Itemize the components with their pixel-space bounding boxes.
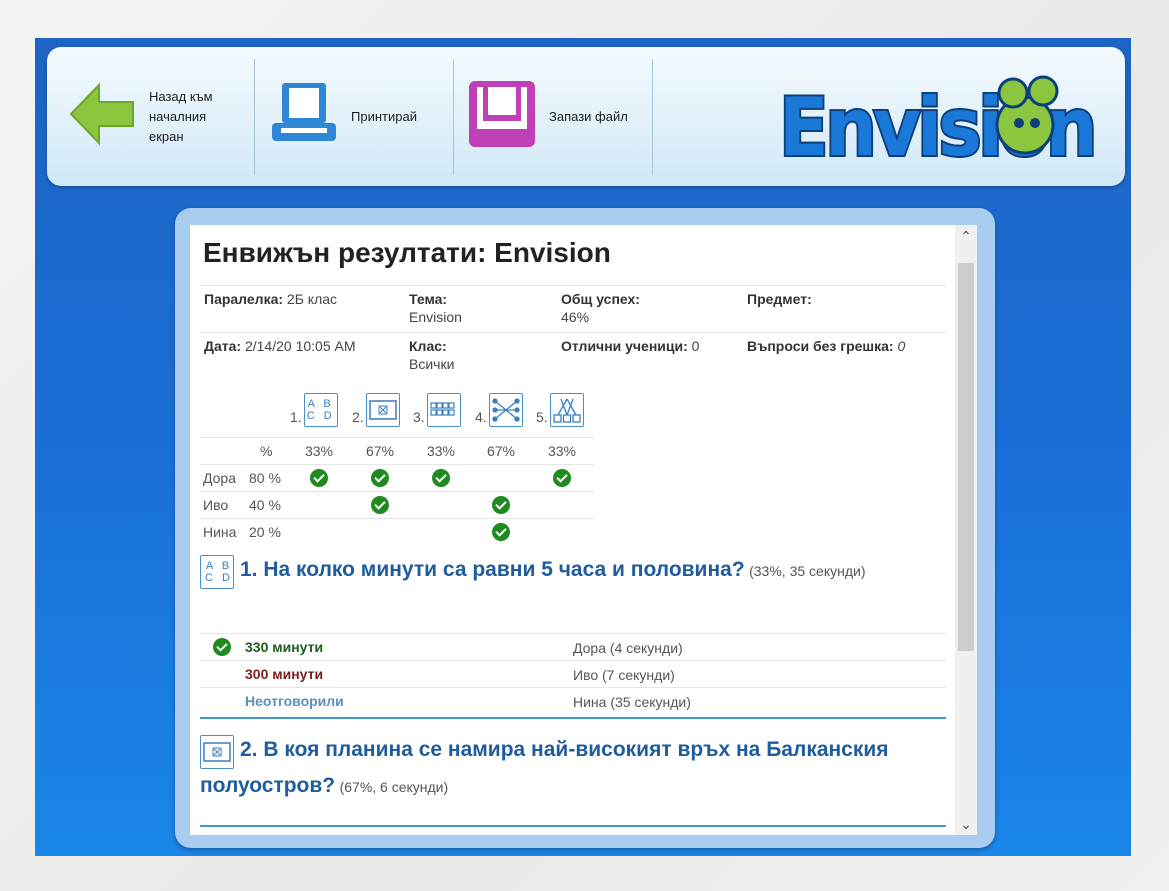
meta-row: Паралелка: 2Б клас Тема: Envision Общ усп…: [200, 285, 946, 332]
question-1-pct: 33%: [304, 443, 334, 459]
date-meta: Дата: 2/14/20 10:05 AM: [204, 338, 356, 354]
correct-check-icon: [432, 469, 450, 487]
question-2-header[interactable]: 2.: [352, 393, 400, 427]
grid-header-row: % 33% 67% 33% 67% 33%: [200, 437, 594, 464]
question-4-header[interactable]: 4.: [475, 393, 523, 427]
grade-meta: Клас: Всички: [409, 338, 455, 372]
student-name: Дора: [203, 470, 236, 486]
student-name: Иво: [203, 497, 229, 513]
correct-check-icon: [213, 638, 231, 656]
report-title: Енвижън резултати: Envision: [203, 237, 611, 268]
section-divider: [200, 825, 946, 827]
question-1-heading: A BC D 1. На колко минути са равни 5 часа…: [200, 553, 940, 589]
student-row: Дора 80 %: [200, 464, 594, 491]
toolbar-separator: [254, 59, 255, 175]
question-1-answers: 330 минути Дора (4 секунди) 300 минути И…: [200, 633, 946, 714]
answer-students: Дора (4 секунди): [573, 640, 683, 656]
student-percent: 80 %: [249, 470, 281, 486]
excellent-students-meta: Отлични ученици: 0: [561, 338, 700, 354]
answer-row: Неотговорили Нина (35 секунди): [200, 687, 946, 714]
scroll-down-arrow-icon[interactable]: ⌄: [955, 813, 977, 835]
student-percent: 20 %: [249, 524, 281, 540]
correct-check-icon: [371, 496, 389, 514]
student-row: Нина 20 %: [200, 518, 594, 545]
envision-app: Назад към началния екран Принтирай Запаз…: [35, 38, 1131, 856]
connect-icon: [488, 393, 523, 427]
correct-check-icon: [492, 523, 510, 541]
answer-students: Нина (35 секунди): [573, 694, 691, 710]
question-5-pct: 33%: [547, 443, 577, 459]
grid-icon: [426, 393, 461, 427]
printer-icon: [269, 79, 339, 154]
pct-header: %: [260, 443, 273, 459]
toolbar-separator: [453, 59, 454, 175]
report-meta: Паралелка: 2Б клас Тема: Envision Общ усп…: [200, 285, 946, 379]
question-3-pct: 33%: [426, 443, 456, 459]
back-button-label: Назад към началния екран: [149, 88, 213, 144]
scroll-thumb[interactable]: [958, 263, 974, 651]
correct-check-icon: [492, 496, 510, 514]
meta-row: Дата: 2/14/20 10:05 AM Клас: Всички Отлич…: [200, 332, 946, 379]
question-1-title: 1. На колко минути са равни 5 часа и пол…: [240, 558, 745, 581]
answer-row: 330 минути Дора (4 секунди): [200, 633, 946, 660]
save-button-label: Запази файл: [549, 108, 628, 124]
question-4-pct: 67%: [486, 443, 516, 459]
back-arrow-icon: [67, 79, 137, 154]
floppy-disk-icon: [467, 79, 537, 154]
correct-check-icon: [371, 469, 389, 487]
subject-meta: Предмет:: [747, 291, 812, 307]
question-3-header[interactable]: 3.: [413, 393, 461, 427]
scroll-up-arrow-icon[interactable]: ⌃: [955, 225, 977, 247]
question-2-title: 2. В коя планина се намира най-високият …: [200, 738, 889, 797]
image-choice-icon: [365, 393, 400, 427]
results-grid: % 33% 67% 33% 67% 33% Дора 80 % Иво 40 % Нин…: [200, 437, 594, 545]
toolbar: Назад към началния екран Принтирай Запаз…: [47, 47, 1125, 186]
vertical-scrollbar[interactable]: ⌃ ⌄: [955, 225, 977, 835]
question-2-pct: 67%: [365, 443, 395, 459]
back-to-home-button[interactable]: Назад към началния екран: [67, 47, 252, 186]
correct-check-icon: [310, 469, 328, 487]
report-document: Енвижън резултати: Envision Паралелка: 2…: [190, 225, 955, 835]
toolbar-separator: [652, 59, 653, 175]
question-1-stats: (33%, 35 секунди): [749, 563, 866, 579]
question-5-header[interactable]: 5.: [536, 393, 584, 427]
abcd-icon: A BC D: [200, 554, 234, 589]
question-2-heading: 2. В коя планина се намира най-високият …: [200, 733, 940, 803]
section-divider: [200, 717, 946, 719]
tree-icon: [549, 393, 584, 427]
print-button[interactable]: Принтирай: [269, 47, 449, 186]
image-choice-icon: [200, 734, 234, 769]
question-2-stats: (67%, 6 секунди): [339, 778, 449, 795]
no-error-questions-meta: Въпроси без грешка: 0: [747, 338, 906, 354]
correct-check-icon: [553, 469, 571, 487]
print-button-label: Принтирай: [351, 108, 417, 124]
student-percent: 40 %: [249, 497, 281, 513]
answer-text: 300 минути: [245, 666, 324, 682]
answer-row: 300 минути Иво (7 секунди): [200, 660, 946, 687]
overall-success-meta: Общ успех: 46%: [561, 291, 640, 325]
class-meta: Паралелка: 2Б клас: [204, 291, 338, 307]
student-name: Нина: [203, 524, 237, 540]
answer-students: Иво (7 секунди): [573, 667, 675, 683]
question-icons-row: 1. A BC D 2. 3. 4. 5.: [200, 393, 600, 435]
report-panel: Енвижън резултати: Envision Паралелка: 2…: [175, 208, 995, 848]
save-file-button[interactable]: Запази файл: [467, 47, 652, 186]
student-row: Иво 40 %: [200, 491, 594, 518]
abcd-icon: A BC D: [303, 393, 338, 427]
topic-meta: Тема: Envision: [409, 291, 462, 325]
answer-text: Неотговорили: [245, 693, 344, 709]
question-1-header[interactable]: 1. A BC D: [290, 393, 338, 427]
envision-logo: Envision: [775, 71, 1105, 176]
answer-text: 330 минути: [245, 639, 324, 655]
